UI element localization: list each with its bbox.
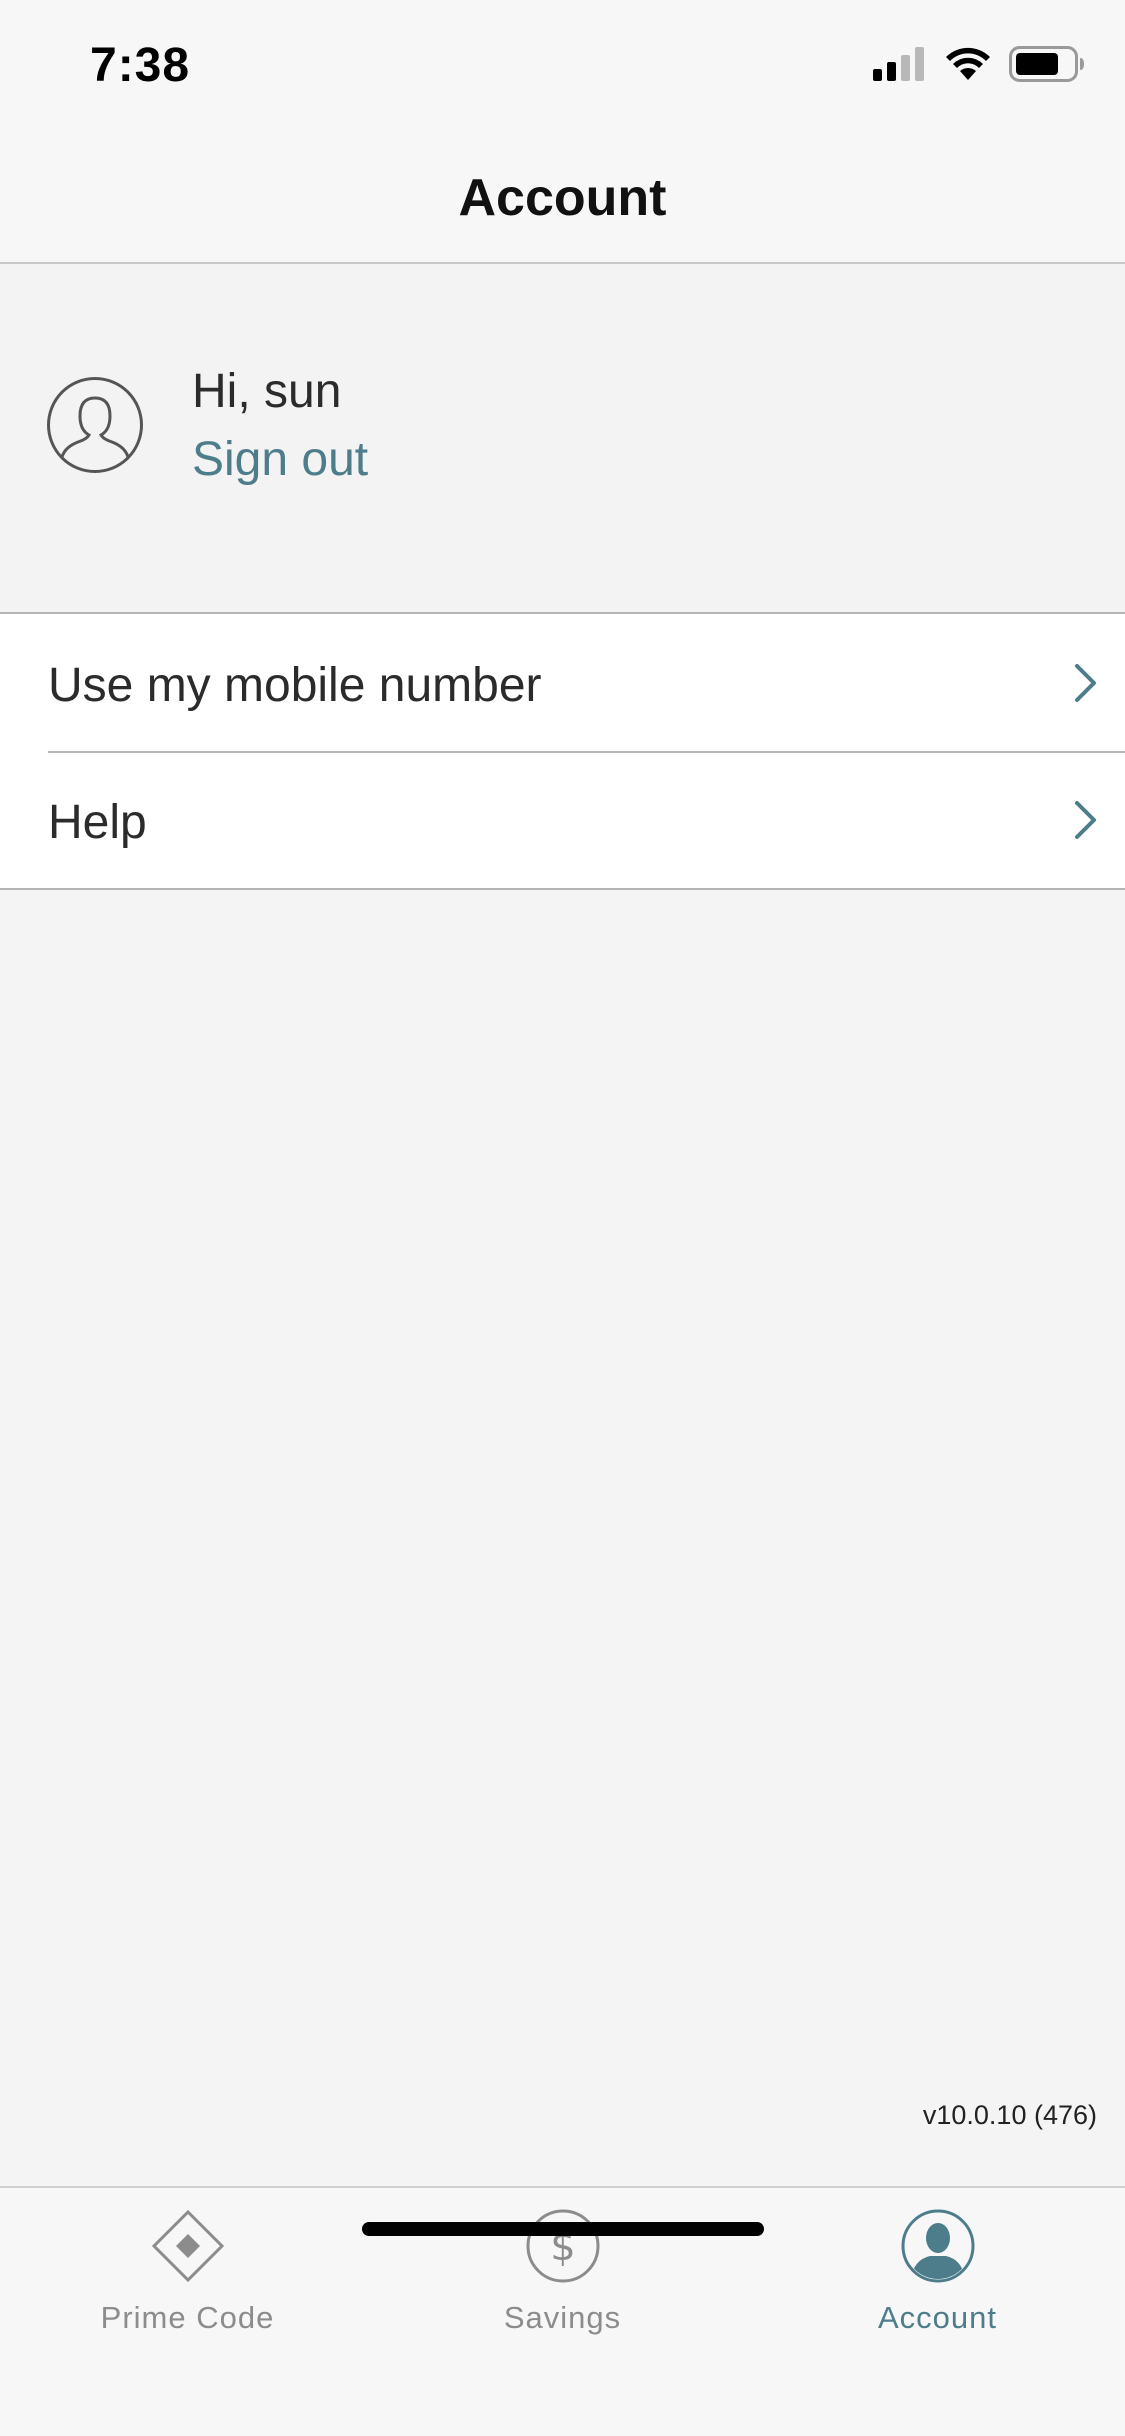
chevron-right-icon bbox=[1075, 801, 1096, 839]
status-bar: 7:38 bbox=[0, 0, 1125, 132]
tab-label: Prime Code bbox=[100, 2300, 275, 2335]
menu-item-label: Help bbox=[48, 796, 147, 849]
home-indicator bbox=[362, 2222, 764, 2236]
menu-item-help[interactable]: Help bbox=[0, 751, 1125, 888]
page-title: Account bbox=[458, 169, 667, 227]
tab-account[interactable]: Account bbox=[750, 2208, 1125, 2358]
wifi-icon bbox=[946, 47, 990, 80]
greeting-text: Hi, sun bbox=[192, 365, 342, 418]
account-icon bbox=[901, 2209, 974, 2283]
status-time: 7:38 bbox=[90, 39, 191, 92]
tab-label: Account bbox=[877, 2300, 997, 2335]
diamond-icon bbox=[151, 2209, 224, 2283]
nav-bar: Account bbox=[0, 132, 1125, 264]
battery-icon bbox=[1009, 46, 1084, 82]
sign-out-link[interactable]: Sign out bbox=[192, 432, 368, 487]
cellular-signal-icon bbox=[873, 47, 924, 81]
tab-label: Savings bbox=[503, 2300, 622, 2335]
dollar-icon: $ bbox=[526, 2209, 599, 2283]
app-version: v10.0.10 (476) bbox=[922, 2100, 1097, 2130]
account-menu: Use my mobile number Help bbox=[0, 614, 1125, 890]
tab-prime-code[interactable]: Prime Code bbox=[0, 2208, 375, 2358]
menu-item-use-mobile-number[interactable]: Use my mobile number bbox=[0, 614, 1125, 751]
user-avatar-icon bbox=[47, 377, 143, 473]
menu-item-label: Use my mobile number bbox=[48, 659, 542, 712]
profile-section: Hi, sun Sign out bbox=[0, 264, 1125, 614]
status-icons bbox=[873, 46, 1085, 82]
chevron-right-icon bbox=[1075, 664, 1096, 702]
